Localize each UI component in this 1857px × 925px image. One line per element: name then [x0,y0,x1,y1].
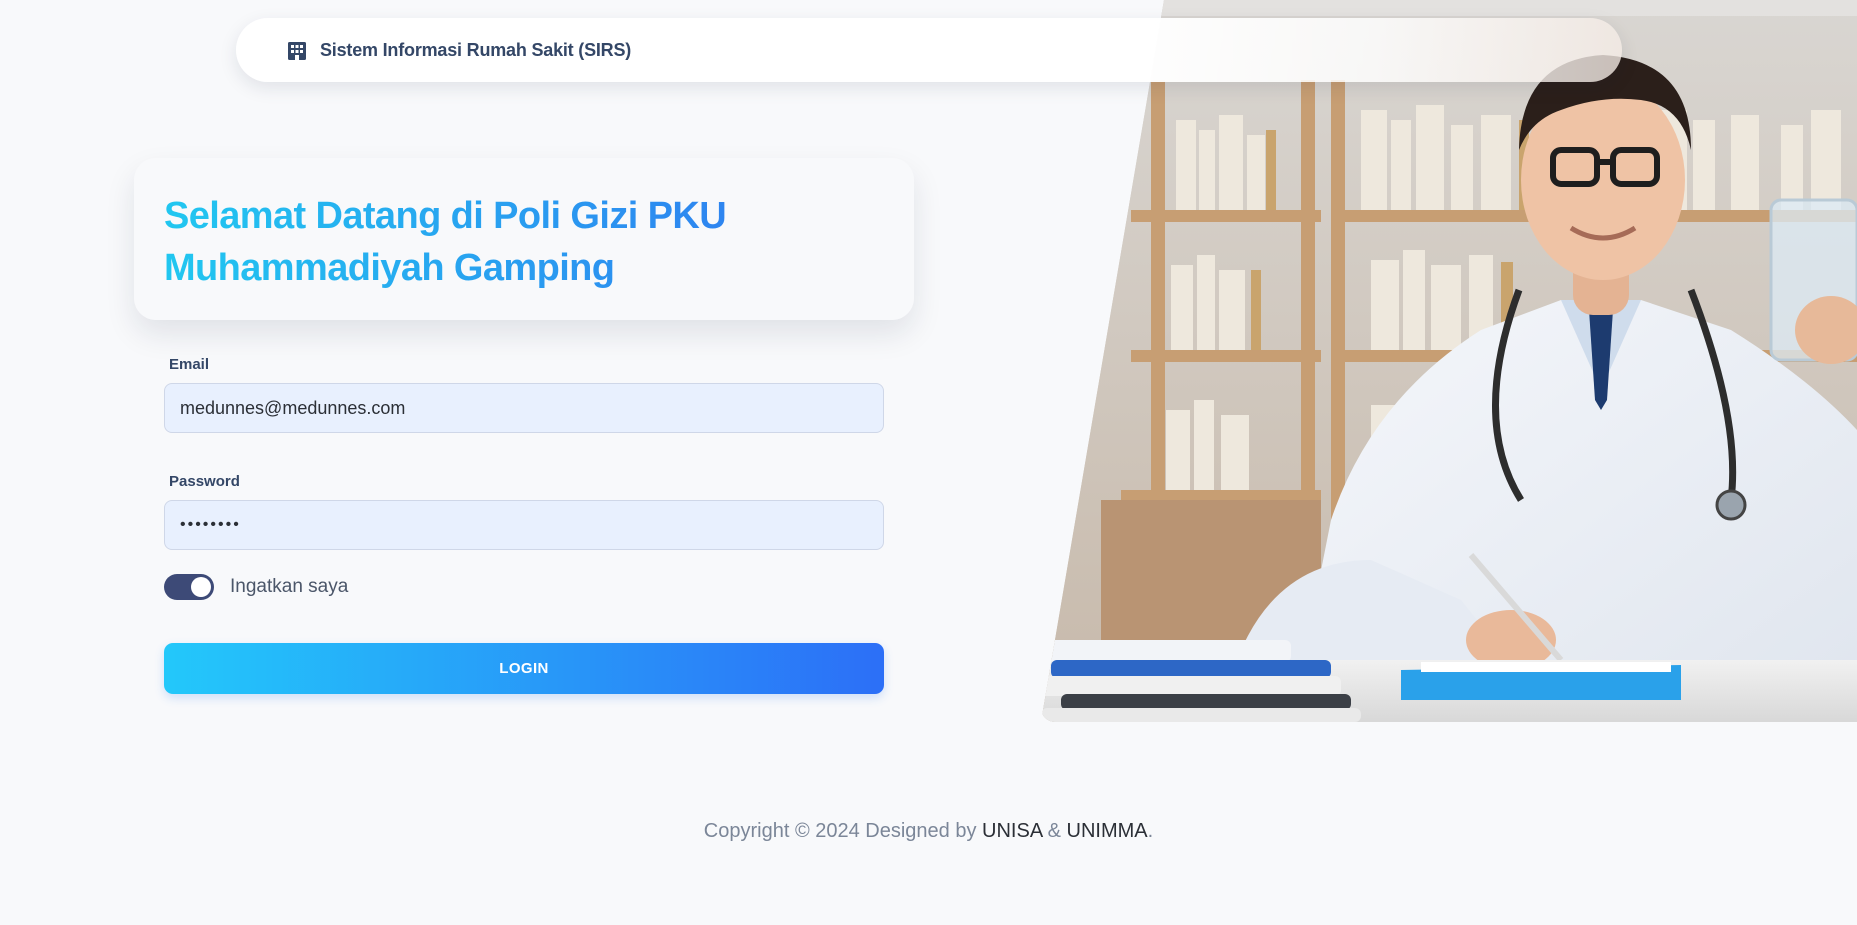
top-navbar: Sistem Informasi Rumah Sakit (SIRS) [236,18,1622,82]
toggle-knob [191,577,211,597]
login-button[interactable]: LOGIN [164,643,884,694]
hospital-building-icon [286,39,308,61]
password-field[interactable] [164,500,884,550]
welcome-title: Selamat Datang di Poli Gizi PKU Muhammad… [164,190,884,294]
footer-copyright: Copyright © 2024 Designed by UNISA & UNI… [0,820,1857,843]
email-label: Email [169,356,210,373]
remember-me-row: Ingatkan saya [164,574,884,600]
form-spacer [164,433,884,473]
hero-image-doctor [1041,0,1857,722]
footer-link-unisa[interactable]: UNISA [982,820,1042,842]
remember-me-label[interactable]: Ingatkan saya [230,576,348,598]
welcome-card: Selamat Datang di Poli Gizi PKU Muhammad… [134,158,914,320]
footer-separator: & [1042,820,1067,842]
footer-prefix: Copyright © 2024 Designed by [703,820,983,842]
remember-me-toggle[interactable] [164,574,214,600]
navbar-brand[interactable]: Sistem Informasi Rumah Sakit (SIRS) [286,39,631,61]
navbar-brand-text: Sistem Informasi Rumah Sakit (SIRS) [320,39,632,60]
login-form: Email Password Ingatkan saya LOGIN [164,356,884,694]
footer-link-unimma[interactable]: UNIMMA [1067,820,1148,842]
email-field[interactable] [164,383,884,433]
password-label: Password [169,473,240,490]
footer-suffix: . [1147,820,1154,842]
